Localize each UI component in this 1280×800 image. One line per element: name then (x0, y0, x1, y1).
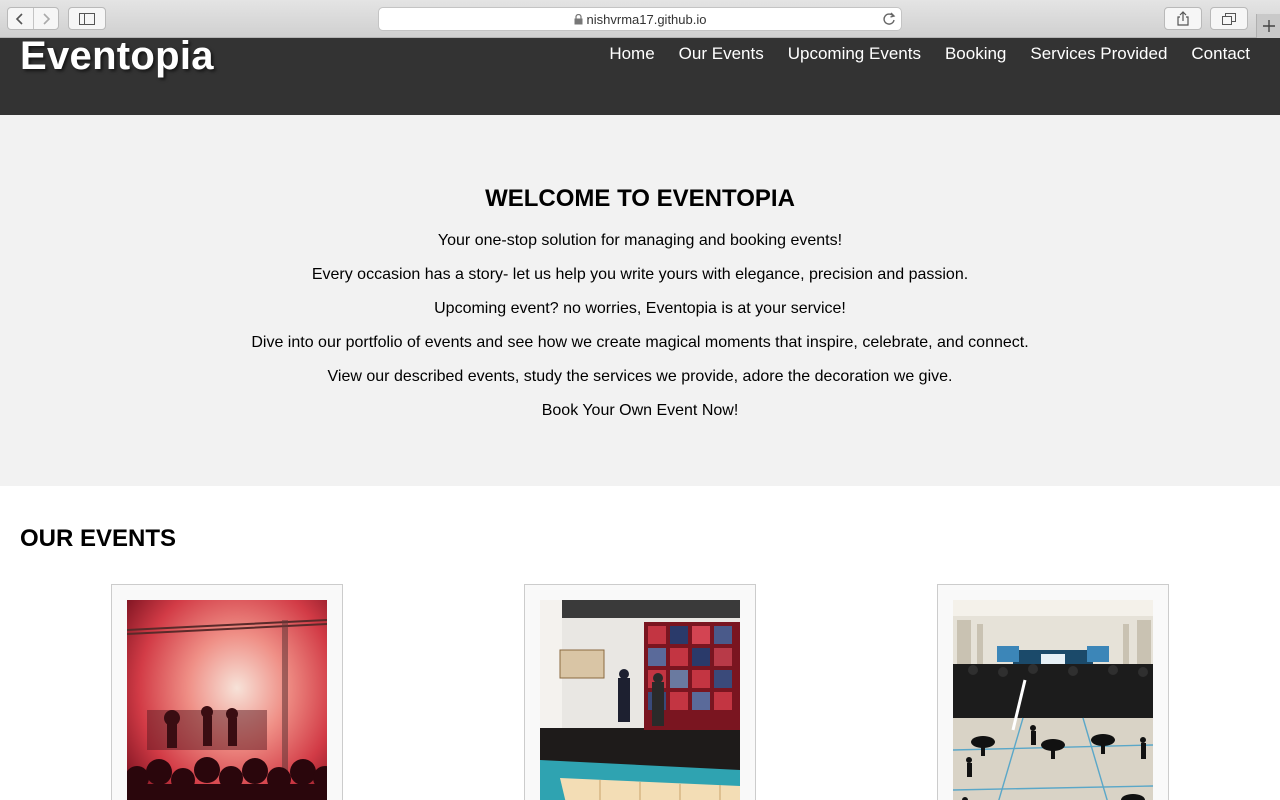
site-logo[interactable]: Eventopia (20, 34, 214, 79)
hero-line: View our described events, study the ser… (327, 368, 953, 385)
hero-line: Every occasion has a story- let us help … (311, 266, 969, 283)
chevron-left-icon (16, 12, 23, 25)
event-card-concert[interactable] (111, 584, 343, 800)
event-card-conference[interactable] (937, 584, 1169, 800)
hero-section: WELCOME TO EVENTOPIA Your one-stop solut… (0, 115, 1280, 486)
hero-line: Book Your Own Event Now! (541, 402, 739, 419)
main-nav: Home Our Events Upcoming Events Booking … (609, 44, 1250, 64)
tabs-icon (1222, 12, 1236, 25)
lock-icon (574, 13, 583, 24)
nav-contact[interactable]: Contact (1191, 44, 1250, 64)
conference-photo (953, 600, 1153, 800)
hero-line: Your one-stop solution for managing and … (437, 232, 843, 249)
hero-line: Dive into our portfolio of events and se… (251, 334, 1029, 351)
exhibition-photo (540, 600, 740, 800)
back-button[interactable] (8, 8, 33, 29)
nav-booking[interactable]: Booking (945, 44, 1006, 64)
hero-text: Your one-stop solution for managing and … (0, 231, 1280, 435)
hero-line: Upcoming event? no worries, Eventopia is… (434, 300, 846, 317)
sidebar-toggle-button[interactable] (68, 7, 106, 30)
nav-our-events[interactable]: Our Events (679, 44, 764, 64)
history-nav (7, 7, 59, 30)
url-text: nishvrma17.github.io (586, 11, 707, 27)
reload-icon[interactable] (882, 11, 896, 27)
nav-upcoming-events[interactable]: Upcoming Events (788, 44, 921, 64)
event-card-exhibition[interactable] (524, 584, 756, 800)
site-header: Eventopia Home Our Events Upcoming Event… (0, 34, 1280, 115)
events-section-title: OUR EVENTS (20, 525, 177, 552)
new-tab-button[interactable] (1256, 14, 1280, 38)
chevron-right-icon (43, 12, 50, 25)
sidebar-icon (79, 12, 95, 25)
address-bar[interactable]: nishvrma17.github.io (378, 7, 902, 31)
nav-services-provided[interactable]: Services Provided (1030, 44, 1167, 64)
tab-overview-button[interactable] (1210, 7, 1248, 30)
concert-photo (127, 600, 327, 800)
plus-icon (1262, 20, 1275, 32)
share-button[interactable] (1164, 7, 1202, 30)
hero-title: WELCOME TO EVENTOPIA (485, 185, 795, 212)
browser-toolbar: nishvrma17.github.io (0, 0, 1280, 38)
share-icon (1177, 11, 1189, 26)
nav-home[interactable]: Home (609, 44, 654, 64)
forward-button[interactable] (32, 8, 59, 29)
